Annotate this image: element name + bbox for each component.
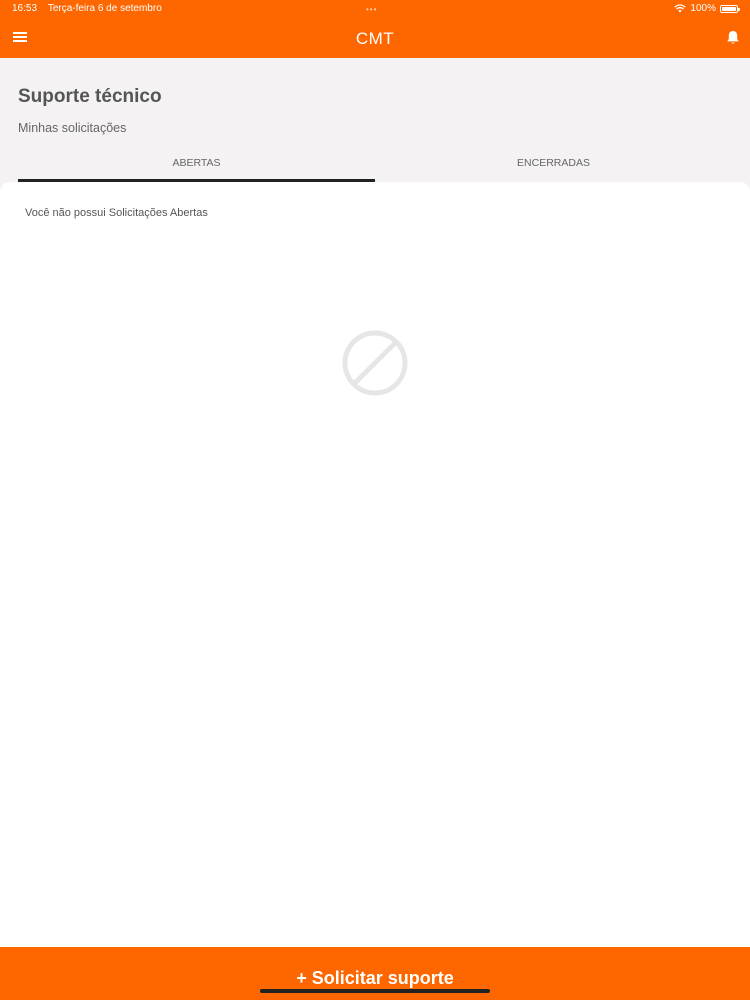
battery-icon	[720, 4, 740, 13]
page-title: Suporte técnico	[18, 86, 162, 107]
empty-state-message: Você não possui Solicitações Abertas	[25, 207, 208, 219]
tab-encerradas[interactable]: ENCERRADAS	[375, 150, 732, 182]
bell-icon[interactable]	[724, 29, 742, 47]
no-entry-icon	[342, 330, 408, 396]
tab-bar: ABERTAS ENCERRADAS	[18, 150, 732, 182]
requests-panel: Você não possui Solicitações Abertas	[0, 182, 750, 947]
wifi-icon	[674, 4, 687, 13]
multitask-dots[interactable]: •••	[366, 5, 377, 14]
status-bar-left: 16:53 Terça-feira 6 de setembro	[12, 3, 162, 14]
app-title: CMT	[355, 29, 395, 48]
page-subtitle: Minhas solicitações	[18, 121, 127, 135]
tab-abertas[interactable]: ABERTAS	[18, 150, 375, 182]
status-date: Terça-feira 6 de setembro	[47, 3, 162, 14]
home-indicator[interactable]	[260, 989, 490, 993]
status-time: 16:53	[12, 3, 38, 14]
top-app-bar: 16:53 Terça-feira 6 de setembro ••• 100%…	[0, 0, 750, 58]
status-bar-right: 100%	[674, 3, 740, 14]
battery-percentage: 100%	[690, 3, 716, 14]
